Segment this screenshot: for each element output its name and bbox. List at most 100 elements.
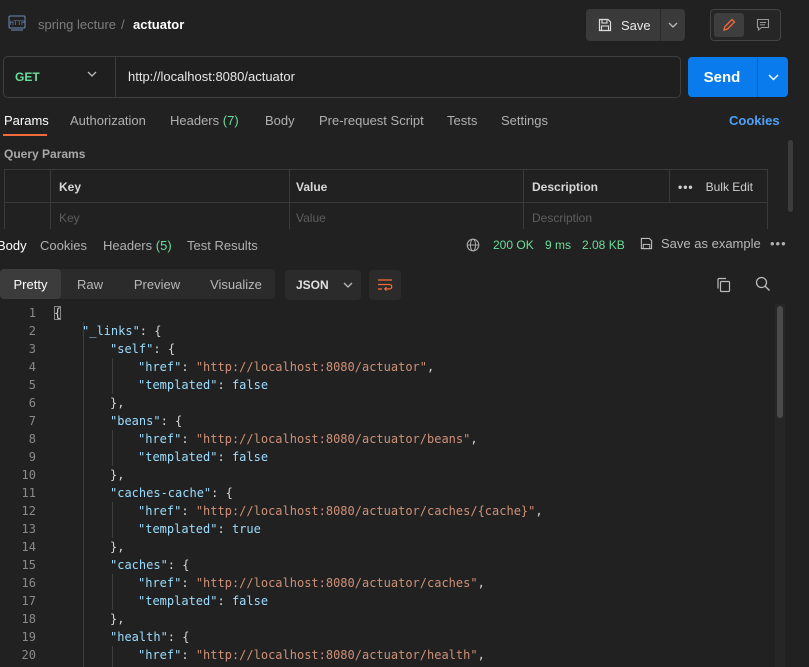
- line-number: 16: [21, 576, 36, 590]
- code-line: "caches-cache": {: [110, 486, 233, 500]
- line-number: 4: [28, 360, 36, 374]
- url-input[interactable]: [128, 69, 668, 84]
- save-button-group: Save: [586, 9, 685, 41]
- line-number: 20: [21, 648, 36, 662]
- line-number: 1: [28, 306, 36, 320]
- headers-count: (7): [222, 113, 239, 128]
- copy-icon[interactable]: [716, 277, 731, 293]
- save-button[interactable]: Save: [586, 9, 659, 41]
- code-line: "href": "http://localhost:8080/actuator"…: [138, 360, 435, 374]
- save-as-example-button[interactable]: Save as example: [640, 236, 761, 251]
- code-line: "self": {: [110, 342, 176, 356]
- tab-params[interactable]: Params: [4, 113, 49, 128]
- line-number-gutter: 1 2 3 4 5 6 7 8 9 10 11 12 13 14 15 16 1…: [0, 304, 36, 664]
- code-line: "templated": false: [138, 594, 269, 608]
- response-headers-label: Headers: [103, 238, 153, 253]
- value-input[interactable]: Value: [296, 211, 326, 225]
- comments-button[interactable]: [748, 13, 778, 37]
- code-text: {: [54, 306, 62, 320]
- response-headers-count: (5): [155, 238, 172, 253]
- svg-text:HTTP: HTTP: [9, 20, 25, 27]
- key-input[interactable]: Key: [59, 211, 80, 225]
- pencil-icon: [723, 18, 736, 31]
- line-number: 10: [21, 468, 36, 482]
- view-mode-selector: Pretty Raw Preview Visualize: [0, 269, 275, 299]
- description-input[interactable]: Description: [532, 211, 592, 225]
- more-icon[interactable]: •••: [770, 236, 787, 251]
- code-line: "templated": false: [138, 450, 269, 464]
- line-number: 17: [21, 594, 36, 608]
- wrap-lines-button[interactable]: [369, 270, 401, 300]
- method-selector[interactable]: GET: [15, 70, 40, 84]
- query-params-table: Key Value Description ••• Bulk Edit Key …: [4, 169, 768, 230]
- view-mode-toggle: [710, 9, 781, 41]
- view-raw[interactable]: Raw: [62, 269, 118, 299]
- cookies-link[interactable]: Cookies: [729, 113, 780, 128]
- code-line: "beans": {: [110, 414, 183, 428]
- view-preview[interactable]: Preview: [118, 269, 196, 299]
- save-icon: [598, 18, 612, 32]
- code-lines: { "_links": { "self": { "href": "http://…: [54, 304, 543, 664]
- response-tab-headers[interactable]: Headers (5): [103, 238, 172, 253]
- response-tab-cookies[interactable]: Cookies: [40, 238, 87, 253]
- chevron-down-icon[interactable]: [87, 71, 97, 77]
- search-icon[interactable]: [755, 276, 771, 292]
- response-time[interactable]: 9 ms: [545, 238, 571, 252]
- line-number: 9: [28, 450, 36, 464]
- edit-mode-button[interactable]: [714, 13, 744, 37]
- column-divider: [523, 170, 524, 230]
- send-button-group: Send: [688, 57, 788, 97]
- format-select[interactable]: JSON: [285, 270, 361, 300]
- code-line: "health": {: [110, 630, 190, 644]
- view-visualize[interactable]: Visualize: [196, 269, 276, 299]
- code-line: },: [110, 468, 125, 482]
- format-label: JSON: [296, 278, 329, 292]
- breadcrumb-request-name[interactable]: actuator: [133, 17, 184, 32]
- column-divider: [669, 170, 670, 203]
- response-tab-test-results[interactable]: Test Results: [187, 238, 258, 253]
- divider: [115, 57, 116, 97]
- column-divider: [289, 170, 290, 230]
- breadcrumb-separator: /: [121, 17, 125, 32]
- code-line: "caches": {: [110, 558, 190, 572]
- tab-tests[interactable]: Tests: [447, 113, 477, 128]
- column-header-value: Value: [296, 180, 328, 194]
- line-number: 6: [28, 396, 36, 410]
- table-header-row: [5, 170, 767, 203]
- response-body-editor[interactable]: 1 2 3 4 5 6 7 8 9 10 11 12 13 14 15 16 1…: [0, 304, 775, 667]
- line-number: 13: [21, 522, 36, 536]
- line-number: 2: [28, 324, 36, 338]
- code-line: "href": "http://localhost:8080/actuator/…: [138, 576, 485, 590]
- line-number: 18: [21, 612, 36, 626]
- send-button[interactable]: Send: [688, 57, 756, 97]
- more-icon: •••: [678, 180, 694, 194]
- tab-authorization[interactable]: Authorization: [70, 113, 146, 128]
- scrollbar[interactable]: [788, 140, 793, 212]
- comment-icon: [756, 18, 770, 32]
- response-tab-body[interactable]: Body: [0, 238, 27, 253]
- line-number: 12: [21, 504, 36, 518]
- save-label: Save: [621, 17, 651, 33]
- tab-pre-request-script[interactable]: Pre-request Script: [319, 113, 424, 128]
- bulk-edit-button[interactable]: ••• Bulk Edit: [678, 180, 753, 194]
- code-line: "href": "http://localhost:8080/actuator/…: [138, 504, 543, 518]
- save-options-button[interactable]: [660, 9, 685, 41]
- line-number: 11: [21, 486, 36, 500]
- response-size[interactable]: 2.08 KB: [582, 238, 625, 252]
- view-pretty[interactable]: Pretty: [0, 269, 61, 299]
- line-number: 19: [21, 630, 36, 644]
- status-code[interactable]: 200 OK: [493, 238, 534, 252]
- send-options-button[interactable]: [757, 57, 788, 97]
- tab-body[interactable]: Body: [265, 113, 295, 128]
- code-line: },: [110, 396, 125, 410]
- breadcrumb-collection[interactable]: spring lecture: [38, 17, 116, 32]
- code-line: "templated": true: [138, 522, 261, 536]
- line-number: 3: [28, 342, 36, 356]
- code-line: {: [54, 304, 543, 322]
- globe-icon[interactable]: [466, 238, 480, 252]
- line-number: 5: [28, 378, 36, 392]
- editor-scrollbar-thumb[interactable]: [777, 306, 783, 418]
- tab-headers[interactable]: Headers (7): [170, 113, 239, 128]
- tab-settings[interactable]: Settings: [501, 113, 548, 128]
- code-line: "href": "http://localhost:8080/actuator/…: [138, 432, 478, 446]
